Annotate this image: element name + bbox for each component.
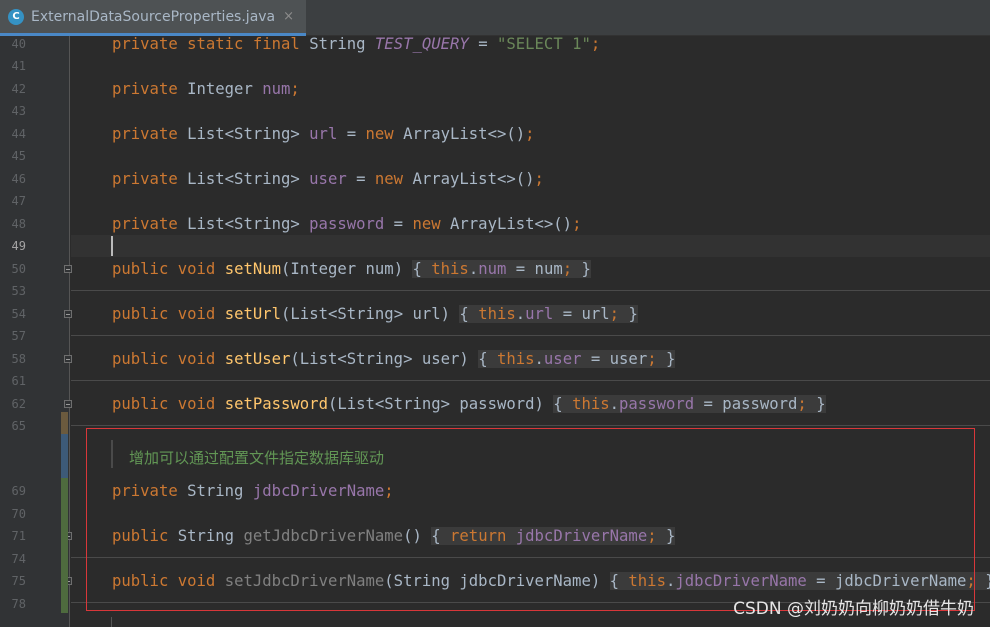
editor-tab-bar: C ExternalDataSourceProperties.java × bbox=[0, 0, 990, 36]
code-line: public void setNum(Integer num) { this.n… bbox=[112, 260, 591, 278]
current-line-highlight bbox=[71, 235, 990, 257]
vcs-added-marker[interactable] bbox=[61, 478, 68, 613]
indent-guide bbox=[111, 617, 112, 627]
line-number: 48 bbox=[11, 217, 26, 231]
line-number-current: 49 bbox=[11, 239, 26, 253]
line-number: 40 bbox=[11, 37, 26, 51]
line-number: 41 bbox=[11, 59, 26, 73]
line-number: 50 bbox=[11, 262, 26, 276]
line-number: 65 bbox=[11, 419, 26, 433]
code-line: private List<String> user = new ArrayLis… bbox=[112, 170, 544, 188]
code-line: private static final String TEST_QUERY =… bbox=[112, 35, 601, 53]
line-number: 42 bbox=[11, 82, 26, 96]
line-number-gutter[interactable]: 40 41 42 43 44 45 46 47 48 49 50 53 54 5… bbox=[0, 36, 72, 627]
code-line: public void setPassword(List<String> pas… bbox=[112, 395, 826, 413]
code-line: private List<String> url = new ArrayList… bbox=[112, 125, 535, 143]
watermark: CSDN @刘奶奶向柳奶奶借牛奶 bbox=[733, 599, 974, 619]
line-number: 54 bbox=[11, 307, 26, 321]
line-number: 74 bbox=[11, 552, 26, 566]
vcs-modified-marker[interactable] bbox=[61, 434, 68, 478]
folded-block[interactable]: { this.user = user; } bbox=[478, 350, 676, 368]
folded-block[interactable]: { this.password = password; } bbox=[553, 395, 826, 413]
code-line: private List<String> password = new Arra… bbox=[112, 215, 582, 233]
line-number: 45 bbox=[11, 149, 26, 163]
line-number: 53 bbox=[11, 284, 26, 298]
line-number: 46 bbox=[11, 172, 26, 186]
line-number: 69 bbox=[11, 484, 26, 498]
method-separator bbox=[71, 290, 990, 291]
line-number: 78 bbox=[11, 597, 26, 611]
line-number: 71 bbox=[11, 529, 26, 543]
line-number: 43 bbox=[11, 104, 26, 118]
line-number: 62 bbox=[11, 397, 26, 411]
line-number: 44 bbox=[11, 127, 26, 141]
vcs-modified-marker[interactable] bbox=[61, 412, 68, 434]
line-number: 58 bbox=[11, 352, 26, 366]
code-line: public void setUser(List<String> user) {… bbox=[112, 350, 676, 368]
file-tab[interactable]: C ExternalDataSourceProperties.java × bbox=[0, 0, 306, 36]
code-line: public void setUrl(List<String> url) { t… bbox=[112, 305, 638, 323]
text-caret bbox=[111, 236, 113, 256]
annotation-highlight-box bbox=[86, 428, 975, 611]
line-number: 47 bbox=[11, 194, 26, 208]
method-separator bbox=[71, 380, 990, 381]
line-number: 75 bbox=[11, 574, 26, 588]
line-number: 61 bbox=[11, 374, 26, 388]
close-tab-icon[interactable]: × bbox=[283, 9, 294, 24]
file-tab-title: ExternalDataSourceProperties.java bbox=[31, 8, 276, 25]
code-line: private Integer num; bbox=[112, 80, 300, 98]
line-number: 70 bbox=[11, 507, 26, 521]
line-number: 57 bbox=[11, 329, 26, 343]
method-separator bbox=[71, 335, 990, 336]
folded-block[interactable]: { this.num = num; } bbox=[412, 260, 591, 278]
folded-block[interactable]: { this.url = url; } bbox=[459, 305, 638, 323]
method-separator bbox=[71, 425, 990, 426]
java-class-icon: C bbox=[8, 8, 24, 25]
